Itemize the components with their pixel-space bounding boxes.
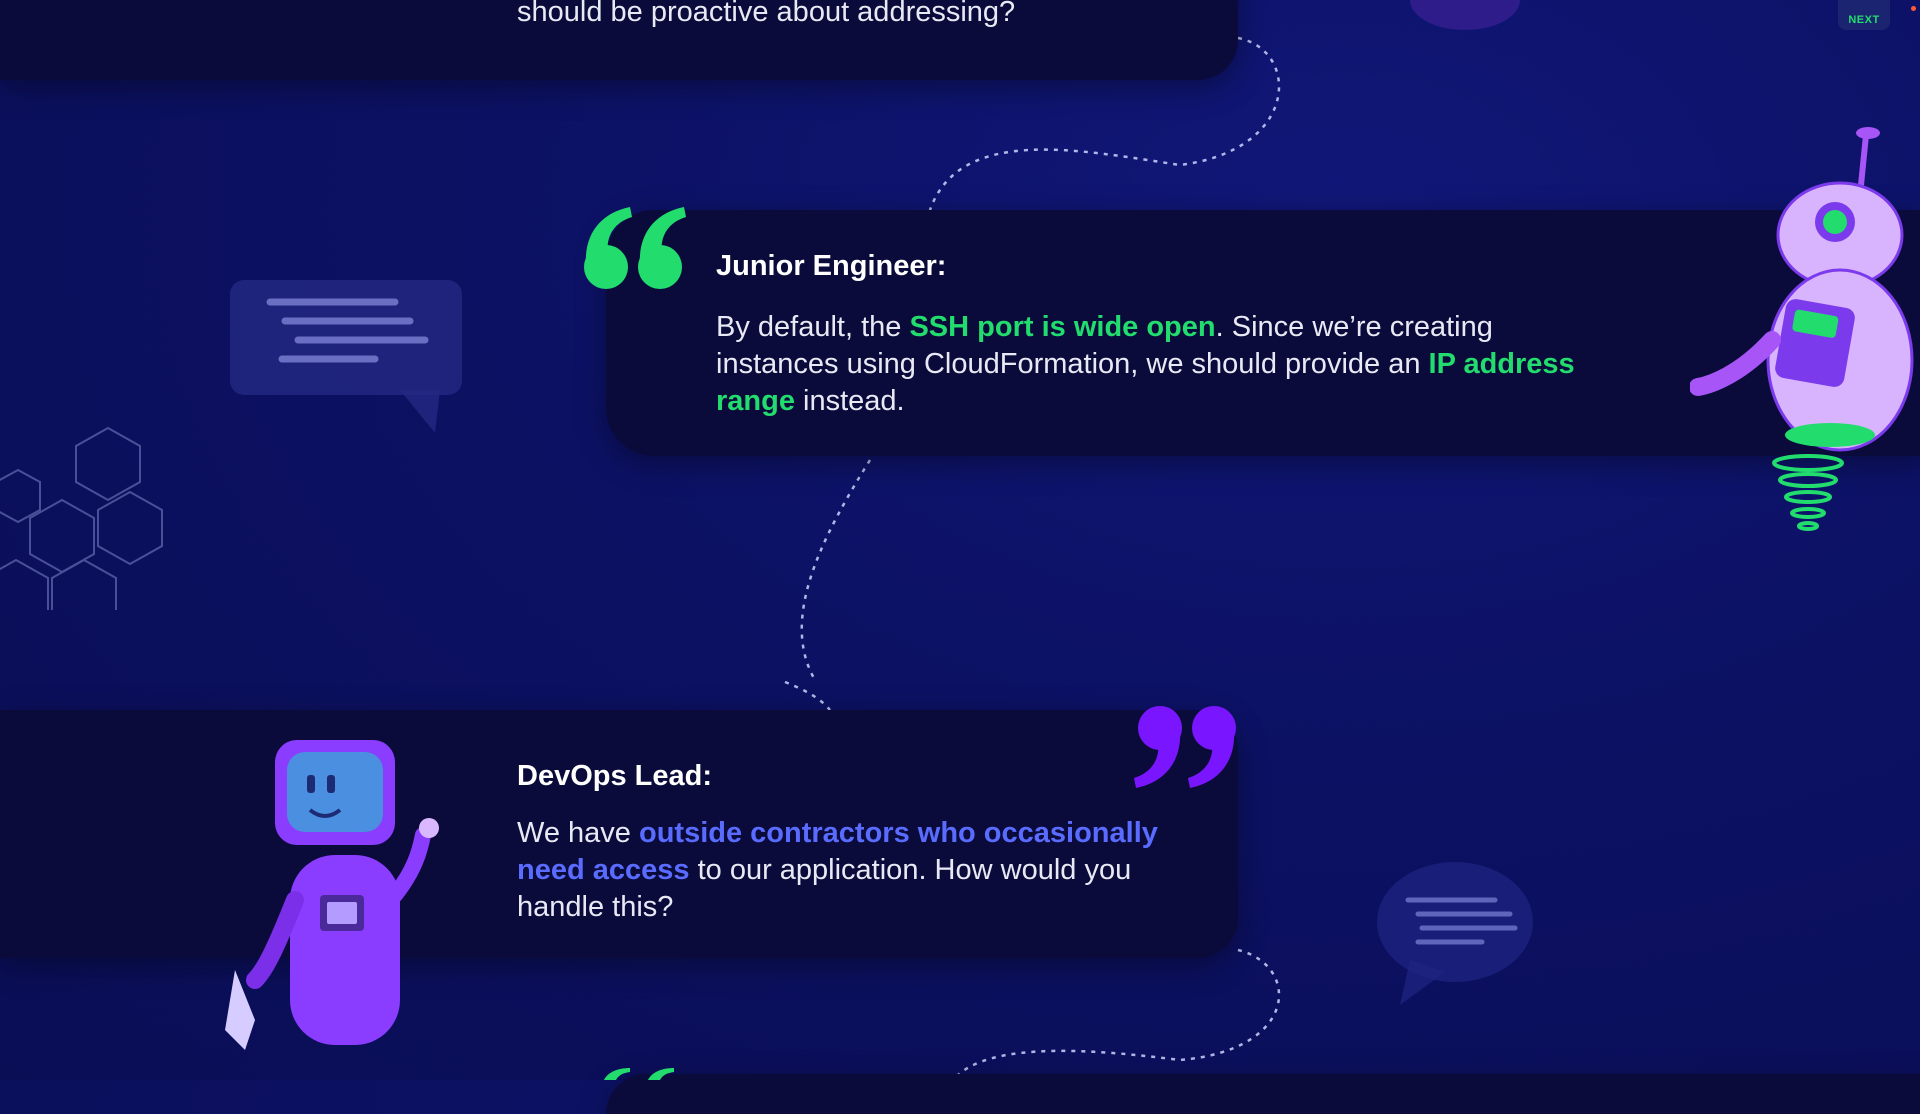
- junior-engineer-message: By default, the SSH port is wide open. S…: [716, 309, 1576, 420]
- speech-bubble-icon: [230, 280, 462, 433]
- devops-lead-message: We have outside contractors who occasion…: [517, 815, 1197, 926]
- message-text: instead.: [794, 385, 905, 417]
- robot-illustration: [1690, 127, 1914, 531]
- speech-bubble-icon: [1377, 862, 1533, 1005]
- next-dialogue-card: [606, 1074, 1920, 1114]
- notification-dot: [1911, 6, 1916, 11]
- devops-lead-speaker: DevOps Lead:: [517, 760, 712, 792]
- open-quote-icon: [604, 1068, 674, 1080]
- previous-dialogue-text: should be proactive about addressing?: [517, 0, 1016, 28]
- next-label: NEXT: [1848, 14, 1880, 26]
- close-quote-icon: [1134, 706, 1236, 788]
- next-button[interactable]: NEXT: [1838, 0, 1890, 30]
- message-text: By default, the: [716, 311, 910, 343]
- highlight-ssh-port: SSH port is wide open: [909, 311, 1216, 343]
- hexagon-pattern: [0, 426, 163, 610]
- junior-engineer-speaker: Junior Engineer:: [716, 250, 947, 282]
- message-text: We have: [517, 817, 639, 849]
- robot-illustration: [225, 740, 439, 1050]
- open-quote-icon: [584, 207, 686, 289]
